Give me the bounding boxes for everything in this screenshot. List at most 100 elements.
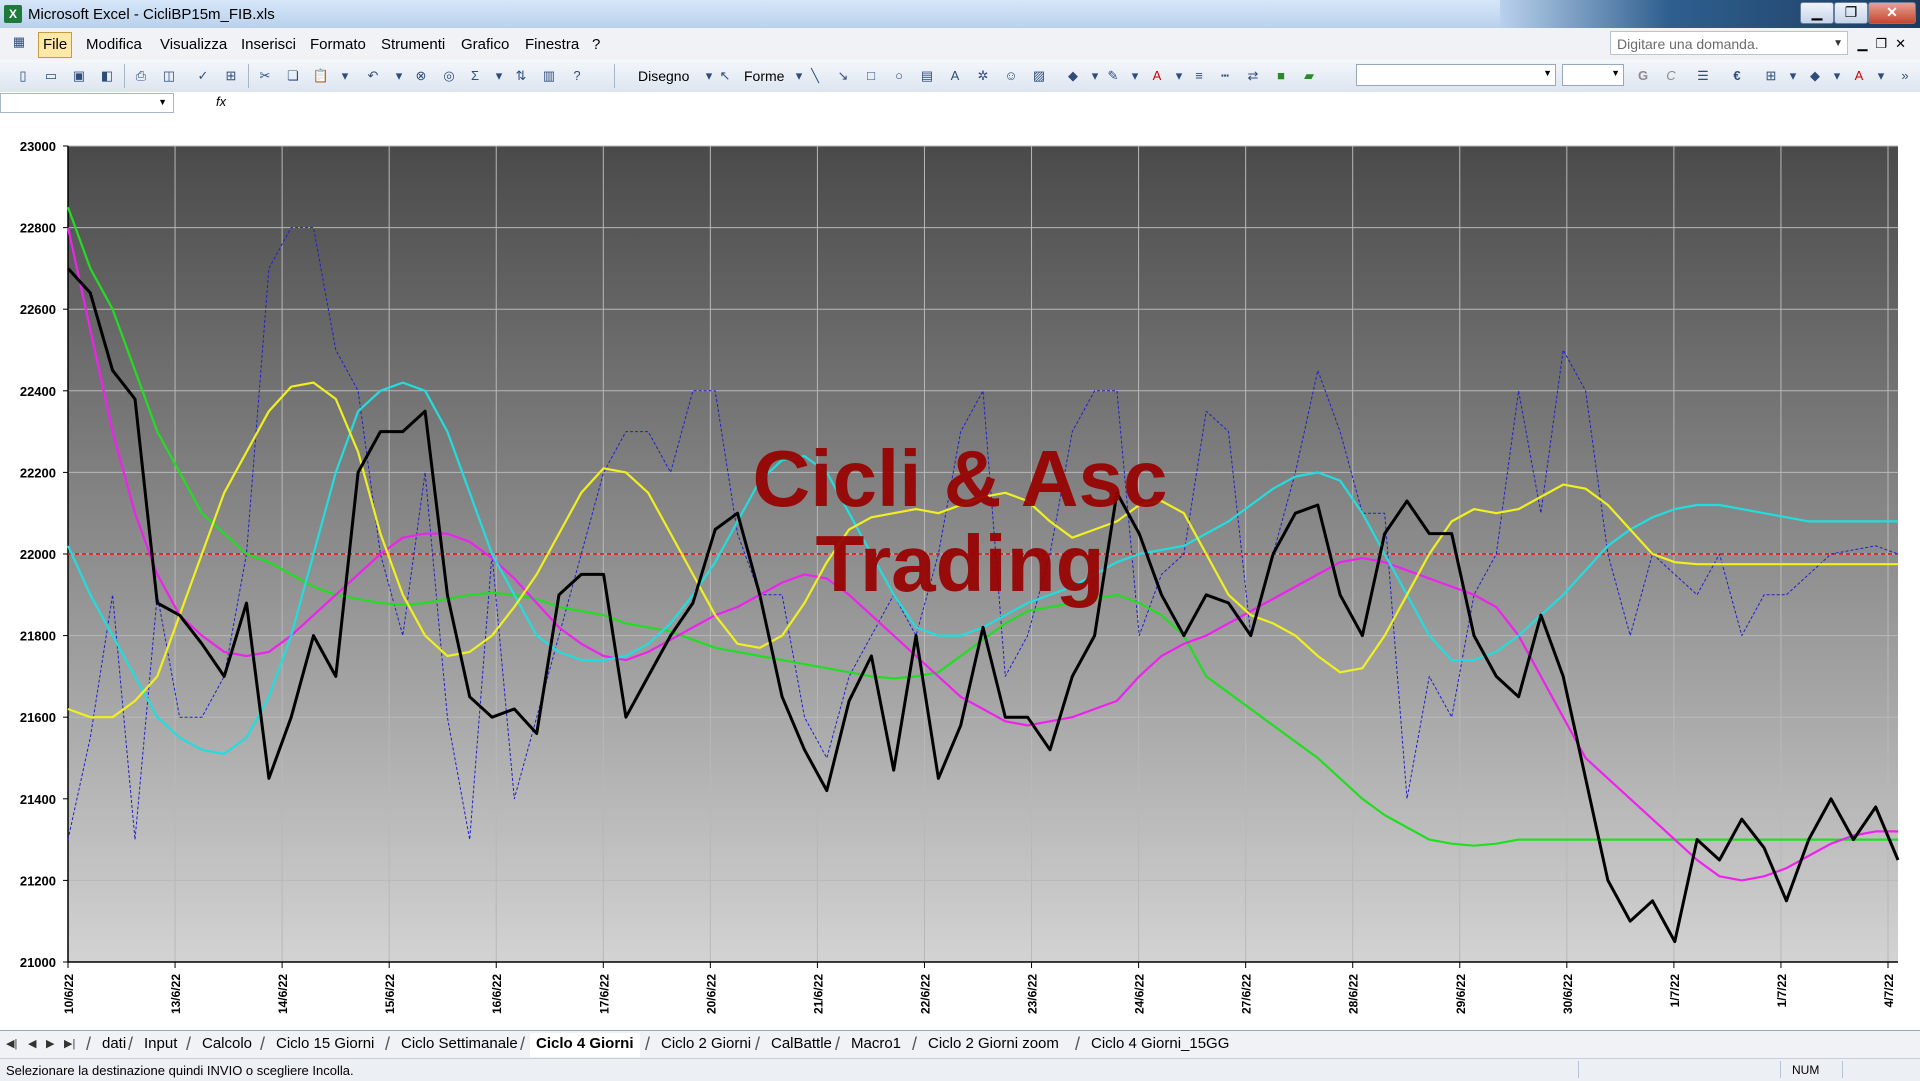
name-box[interactable]: ▼ <box>0 93 174 113</box>
document-window-controls[interactable]: ▁❐✕ <box>1857 36 1914 52</box>
chart-area[interactable]: 21000 21200 21400 21600 21800 22000 22200 22400… <box>0 116 1920 1030</box>
help-icon[interactable]: ? <box>568 67 586 85</box>
sheet-tab[interactable]: Ciclo 4 Giorni <box>530 1033 640 1057</box>
paste-icon[interactable]: 📋 <box>312 67 330 85</box>
prev-sheet-icon[interactable]: ◀ <box>28 1037 36 1050</box>
3d-icon[interactable]: ▰ <box>1300 67 1318 85</box>
wordart-icon[interactable]: A <box>946 67 964 85</box>
chevron-down-icon[interactable]: ▾ <box>1872 67 1890 85</box>
menu-modifica[interactable]: Modifica <box>86 36 142 53</box>
align-center-icon[interactable]: ☰ <box>1694 67 1712 85</box>
font-name-combo[interactable]: ▼ <box>1356 64 1556 86</box>
borders-icon[interactable]: ⊞ <box>1762 67 1780 85</box>
chevron-down-icon[interactable]: ▾ <box>490 67 508 85</box>
close-button[interactable]: ✕ <box>1868 2 1916 24</box>
open-folder-icon[interactable]: ▭ <box>42 67 60 85</box>
fill-color-icon[interactable]: ◆ <box>1064 67 1082 85</box>
font-size-combo[interactable]: ▼ <box>1562 64 1624 86</box>
chevron-down-icon[interactable]: ▼ <box>1833 32 1843 56</box>
permission-icon[interactable]: ◧ <box>98 67 116 85</box>
new-file-icon[interactable]: ▯ <box>14 67 32 85</box>
copy-icon[interactable]: ❏ <box>284 67 302 85</box>
toolbar-options-icon[interactable]: » <box>1896 67 1914 85</box>
clipart-icon[interactable]: ☺ <box>1002 67 1020 85</box>
line-style-icon[interactable]: ≡ <box>1190 67 1208 85</box>
chevron-down-icon[interactable]: ▾ <box>1086 67 1104 85</box>
sheet-tab[interactable]: Ciclo 2 Giorni <box>655 1033 757 1055</box>
shadow-icon[interactable]: ■ <box>1272 67 1290 85</box>
menu-formato[interactable]: Formato <box>310 36 366 53</box>
first-sheet-icon[interactable]: ◀| <box>6 1037 17 1050</box>
diagram-icon[interactable]: ✲ <box>974 67 992 85</box>
x-tick-label: 29/6/22 <box>1454 974 1468 1014</box>
sheet-tab[interactable]: Calcolo <box>196 1033 258 1055</box>
fx-icon[interactable]: fx <box>216 94 226 109</box>
save-icon[interactable]: ▣ <box>70 67 88 85</box>
select-arrow-icon[interactable]: ↖ <box>716 67 734 85</box>
last-sheet-icon[interactable]: ▶| <box>64 1037 75 1050</box>
italic-button[interactable]: C <box>1662 67 1680 85</box>
font-color-icon[interactable]: A <box>1850 67 1868 85</box>
line-icon[interactable]: ╲ <box>806 67 824 85</box>
hyperlink-icon[interactable]: ⊗ <box>412 67 430 85</box>
chevron-down-icon[interactable]: ▼ <box>1611 68 1620 78</box>
chevron-down-icon[interactable]: ▼ <box>1543 68 1552 78</box>
chevron-down-icon[interactable]: ▾ <box>1784 67 1802 85</box>
format-painter-icon[interactable]: ▾ <box>336 67 354 85</box>
sort-icon[interactable]: ⇅ <box>512 67 530 85</box>
draw-menu-button[interactable]: Disegno <box>638 68 689 84</box>
spelling-icon[interactable]: ✓ <box>194 67 212 85</box>
sheet-tab[interactable]: dati <box>96 1033 132 1055</box>
font-color-icon[interactable]: A <box>1148 67 1166 85</box>
chevron-down-icon[interactable]: ▼ <box>158 97 167 107</box>
menu-finestra[interactable]: Finestra <box>525 36 579 53</box>
arrow-icon[interactable]: ↘ <box>834 67 852 85</box>
chevron-down-icon[interactable]: ▾ <box>1126 67 1144 85</box>
autosum-icon[interactable]: Σ <box>466 67 484 85</box>
cut-icon[interactable]: ✂ <box>256 67 274 85</box>
textbox-icon[interactable]: ▤ <box>918 67 936 85</box>
chevron-down-icon[interactable]: ▾ <box>390 67 408 85</box>
line-color-icon[interactable]: ✎ <box>1104 67 1122 85</box>
menu-help[interactable]: ? <box>592 36 600 53</box>
undo-icon[interactable]: ↶ <box>364 67 382 85</box>
chevron-down-icon[interactable]: ▾ <box>1170 67 1188 85</box>
sheet-tab[interactable]: Ciclo 4 Giorni_15GG <box>1085 1033 1235 1055</box>
sheet-tab[interactable]: Macro1 <box>845 1033 907 1055</box>
sheet-tab[interactable]: Input <box>138 1033 183 1055</box>
sheet-tab[interactable]: Ciclo Settimanale <box>395 1033 524 1055</box>
menu-grafico[interactable]: Grafico <box>461 36 509 53</box>
menu-file[interactable]: File <box>38 32 73 58</box>
currency-button[interactable]: € <box>1728 67 1746 85</box>
menu-inserisci[interactable]: Inserisci <box>241 36 296 53</box>
research-icon[interactable]: ⊞ <box>222 67 240 85</box>
fill-color-icon[interactable]: ◆ <box>1806 67 1824 85</box>
excel-icon[interactable]: X <box>4 5 22 23</box>
sheet-tab[interactable]: Ciclo 15 Giorni <box>270 1033 380 1055</box>
workbook-icon[interactable]: ▦ <box>10 33 28 51</box>
tab-separator: / <box>128 1034 134 1054</box>
line-chart[interactable]: 21000 21200 21400 21600 21800 22000 22200 22400… <box>0 116 1920 1030</box>
bold-button[interactable]: G <box>1634 67 1652 85</box>
arrow-style-icon[interactable]: ⇄ <box>1244 67 1262 85</box>
print-preview-icon[interactable]: ◫ <box>160 67 178 85</box>
chart-wizard-icon[interactable]: ▥ <box>540 67 558 85</box>
web-icon[interactable]: ◎ <box>440 67 458 85</box>
menu-strumenti[interactable]: Strumenti <box>381 36 445 53</box>
sheet-tab[interactable]: CalBattle <box>765 1033 838 1055</box>
chevron-down-icon[interactable]: ▾ <box>1828 67 1846 85</box>
maximize-button[interactable]: ❐ <box>1834 2 1868 24</box>
next-sheet-icon[interactable]: ▶ <box>46 1037 54 1050</box>
sheet-tab[interactable]: Ciclo 2 Giorni zoom <box>922 1033 1065 1055</box>
dash-style-icon[interactable]: ┅ <box>1216 67 1234 85</box>
oval-icon[interactable]: ○ <box>890 67 908 85</box>
minimize-button[interactable]: ▁ <box>1800 2 1834 24</box>
print-icon[interactable]: ⎙ <box>132 67 150 85</box>
toolbar-separator <box>614 64 615 88</box>
watermark-text: Cicli & Asc <box>753 434 1168 523</box>
menu-visualizza[interactable]: Visualizza <box>160 36 227 53</box>
ask-question-input[interactable]: Digitare una domanda. ▼ <box>1610 31 1848 55</box>
shapes-menu-button[interactable]: Forme <box>744 68 784 84</box>
rectangle-icon[interactable]: □ <box>862 67 880 85</box>
picture-icon[interactable]: ▨ <box>1030 67 1048 85</box>
